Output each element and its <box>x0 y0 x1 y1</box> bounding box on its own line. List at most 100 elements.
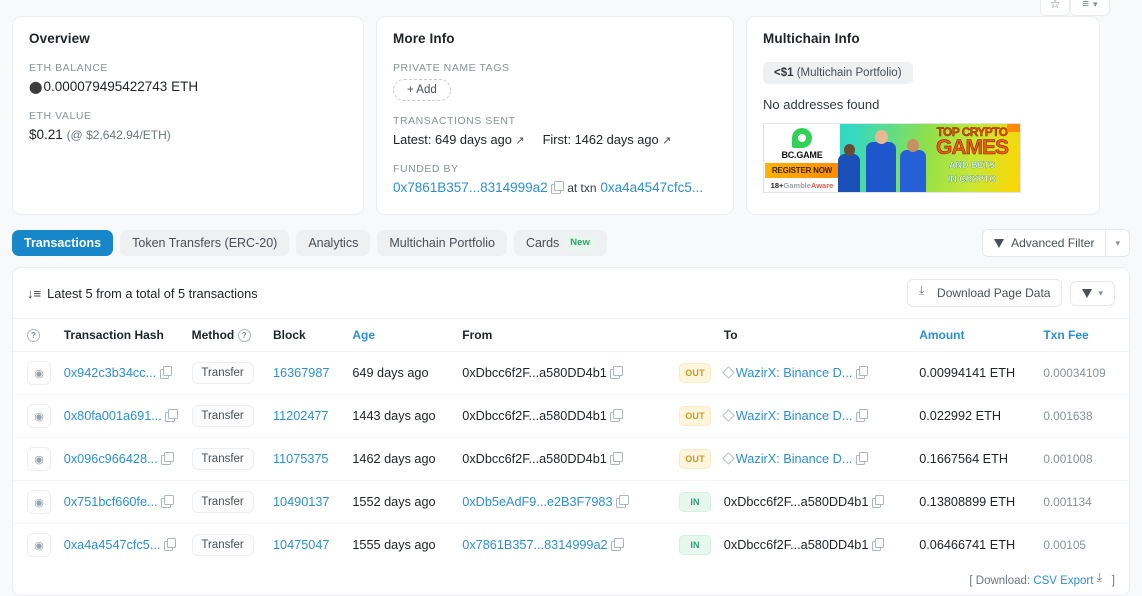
copy-icon[interactable] <box>551 181 564 194</box>
to-address-link[interactable]: WazirX: Binance D... <box>736 366 853 380</box>
copy-icon[interactable] <box>159 366 173 379</box>
transaction-hash-link[interactable]: 0xa4a4547cfc5... <box>64 538 161 552</box>
tab-row: Transactions Token Transfers (ERC-20) An… <box>0 215 1142 267</box>
copy-icon[interactable] <box>610 366 623 379</box>
add-name-tag-button[interactable]: + Add <box>393 79 451 101</box>
method-badge[interactable]: Transfer <box>191 448 254 470</box>
download-icon <box>1097 570 1109 586</box>
csv-export-link[interactable]: CSV Export <box>1033 575 1093 587</box>
external-link-icon: ↗ <box>662 135 672 147</box>
tab-multichain-portfolio[interactable]: Multichain Portfolio <box>377 230 507 256</box>
direction-badge-out: OUT <box>679 406 712 426</box>
transactions-table: ? Transaction Hash Method ? Block Age Fr… <box>13 319 1129 566</box>
copy-icon[interactable] <box>163 538 177 551</box>
ad-football-players-image <box>836 130 932 192</box>
ad-headline-group: TOP CRYPTO GAMES AND BETS IN CRYPTO <box>926 125 1018 184</box>
to-address-link[interactable]: WazirX: Binance D... <box>736 452 853 466</box>
copy-icon[interactable] <box>165 409 178 422</box>
row-block-cell: 11075375 <box>266 437 347 481</box>
eye-icon[interactable]: ◉ <box>27 361 51 385</box>
tab-cards[interactable]: Cards New <box>513 230 607 256</box>
table-filter-button[interactable]: ▾ <box>1070 280 1115 306</box>
portfolio-value: <$1 <box>774 67 794 79</box>
transaction-hash-link[interactable]: 0x942c3b34cc... <box>64 366 156 380</box>
direction-badge-in: IN <box>679 535 712 555</box>
funded-by-address-link[interactable]: 0x7861B357...8314999a2 <box>393 180 548 195</box>
external-link-icon: ↗ <box>515 135 525 147</box>
tab-transactions[interactable]: Transactions <box>12 230 114 256</box>
block-number-link[interactable]: 10490137 <box>273 495 329 509</box>
row-age-cell: 1552 days ago <box>346 480 457 524</box>
tab-analytics[interactable]: Analytics <box>296 230 371 256</box>
advertisement-banner[interactable]: BC.GAME REGISTER NOW 18+GambleAware TOP … <box>763 123 1021 193</box>
tab-token-transfers[interactable]: Token Transfers (ERC-20) <box>120 230 290 256</box>
header-amount[interactable]: Amount <box>913 319 1038 352</box>
favorite-star-button[interactable]: ☆ <box>1040 0 1070 16</box>
copy-icon[interactable] <box>855 409 869 422</box>
ad-aware-text: Aware <box>810 181 834 190</box>
row-hash-cell: 0xa4a4547cfc5... <box>58 524 186 567</box>
ad-register-button[interactable]: REGISTER NOW <box>765 163 839 178</box>
transaction-hash-link[interactable]: 0x096c966428... <box>64 452 158 466</box>
block-number-link[interactable]: 11075375 <box>273 452 329 466</box>
row-txn-fee-cell: 0.001638 <box>1037 394 1129 438</box>
row-block-cell: 16367987 <box>266 351 347 395</box>
transactions-sent-label: TRANSACTIONS SENT <box>393 115 516 127</box>
from-address-link[interactable]: 0x7861B357...8314999a2 <box>462 538 607 552</box>
tab-cards-label: Cards <box>525 236 560 250</box>
row-txn-fee-cell: 0.001134 <box>1037 480 1129 524</box>
ad-gamble-text: Gamble <box>783 181 811 190</box>
method-badge[interactable]: Transfer <box>191 491 254 513</box>
block-number-link[interactable]: 10475047 <box>273 538 329 552</box>
copy-icon[interactable] <box>161 495 174 508</box>
advanced-filter-button[interactable]: Advanced Filter <box>982 229 1107 257</box>
row-preview-cell: ◉ <box>13 480 58 524</box>
copy-icon[interactable] <box>855 366 869 379</box>
copy-icon[interactable] <box>610 452 623 465</box>
download-page-data-button[interactable]: Download Page Data <box>907 279 1063 307</box>
copy-icon[interactable] <box>871 495 885 508</box>
transactions-table-head: ? Transaction Hash Method ? Block Age Fr… <box>13 319 1129 352</box>
row-from-cell: 0x7861B357...8314999a2 <box>456 524 673 567</box>
advanced-filter-dropdown-button[interactable]: ▾ <box>1106 229 1130 257</box>
copy-icon[interactable] <box>161 452 174 465</box>
transaction-hash-link[interactable]: 0x80fa001a691... <box>64 409 162 423</box>
method-badge[interactable]: Transfer <box>191 534 254 556</box>
copy-icon[interactable] <box>610 409 623 422</box>
block-number-link[interactable]: 16367987 <box>273 366 329 380</box>
row-from-cell: 0xDbcc6f2F...a580DD4b1 <box>456 394 674 438</box>
chevron-down-icon: ▾ <box>1092 0 1098 9</box>
funded-by-txn-link[interactable]: 0xa4a4547cfc5... <box>600 180 703 195</box>
transaction-hash-link[interactable]: 0x751bcf660fe... <box>64 495 158 509</box>
more-options-button[interactable]: ≡ ▾ <box>1070 0 1110 16</box>
method-badge[interactable]: Transfer <box>191 405 254 427</box>
question-mark-icon[interactable]: ? <box>27 328 40 342</box>
eye-icon[interactable]: ◉ <box>27 447 51 471</box>
contract-diamond-icon <box>721 409 735 422</box>
question-mark-icon[interactable]: ? <box>237 328 251 342</box>
to-address-link[interactable]: WazirX: Binance D... <box>736 409 853 423</box>
from-address: 0xDbcc6f2F...a580DD4b1 <box>462 409 607 423</box>
eye-icon[interactable]: ◉ <box>27 404 51 428</box>
copy-icon[interactable] <box>855 452 869 465</box>
transactions-count-text: Latest 5 from a total of 5 transactions <box>47 285 258 301</box>
multichain-portfolio-chip[interactable]: <$1 (Multichain Portfolio) <box>763 62 913 84</box>
latest-txn-entry[interactable]: Latest: 649 days ago ↗ <box>393 132 525 147</box>
to-address: 0xDbcc6f2F...a580DD4b1 <box>723 495 869 509</box>
contract-diamond-icon <box>721 366 735 379</box>
block-number-link[interactable]: 11202477 <box>273 409 329 423</box>
row-block-cell: 10490137 <box>266 480 347 524</box>
table-row: ◉ 0x942c3b34cc... Transfer 16367987 649 day… <box>13 351 1129 395</box>
copy-icon[interactable] <box>871 538 885 551</box>
method-badge[interactable]: Transfer <box>191 362 254 384</box>
header-age[interactable]: Age <box>346 319 457 352</box>
row-method-cell: Transfer <box>185 351 267 395</box>
header-txn-fee[interactable]: Txn Fee <box>1037 319 1129 352</box>
copy-icon[interactable] <box>616 495 629 508</box>
row-to-cell: 0xDbcc6f2F...a580DD4b1 <box>718 524 913 567</box>
eye-icon[interactable]: ◉ <box>27 533 51 557</box>
first-txn-entry[interactable]: First: 1462 days ago ↗ <box>543 132 672 147</box>
from-address-link[interactable]: 0xDb5eAdF9...e2B3F7983 <box>462 495 612 509</box>
eye-icon[interactable]: ◉ <box>27 490 51 514</box>
copy-icon[interactable] <box>611 538 624 551</box>
